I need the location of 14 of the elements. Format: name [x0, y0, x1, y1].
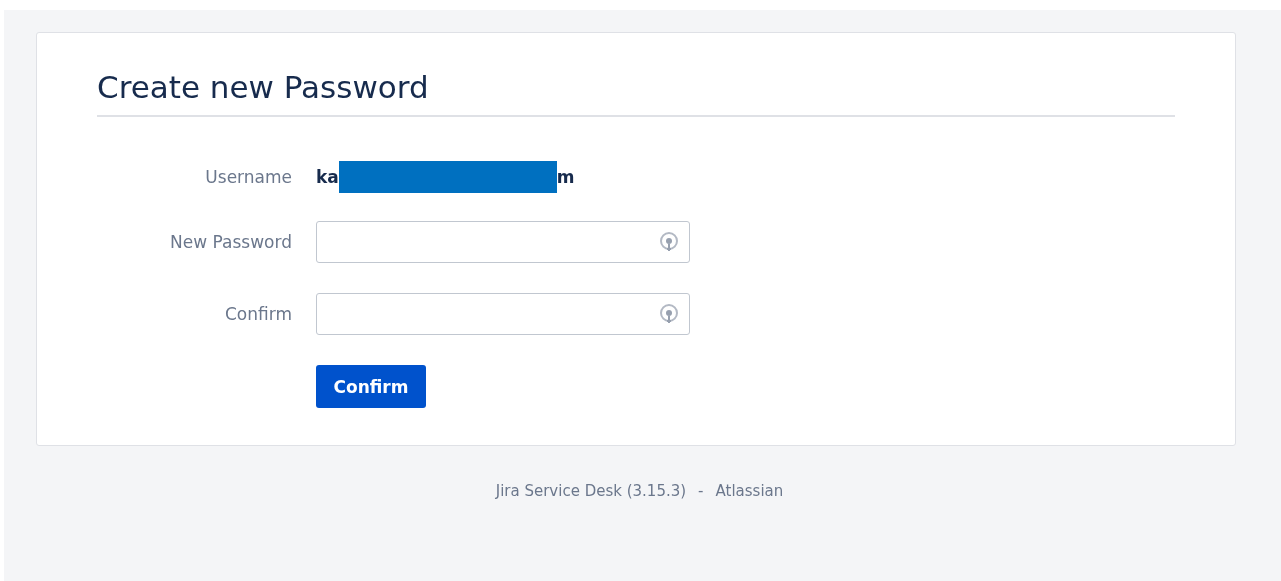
password-reveal-icon: [659, 231, 679, 253]
field-label: Username: [204, 167, 292, 187]
confirm-button[interactable]: Confirm: [316, 365, 426, 408]
password-reveal-icon: [659, 303, 679, 325]
footer-separator: -: [698, 482, 704, 500]
company-link[interactable]: Atlassian: [715, 482, 784, 500]
username-value: ka: [316, 167, 339, 187]
password-field[interactable]: [316, 293, 690, 335]
product-link[interactable]: Jira Service Desk (3.15.3): [495, 482, 687, 500]
field-label: New Password: [169, 232, 292, 252]
page-title: Create new Password: [97, 67, 1175, 117]
password-field[interactable]: [316, 221, 690, 263]
username-value: m: [556, 167, 575, 187]
field-label: Confirm: [224, 304, 292, 324]
